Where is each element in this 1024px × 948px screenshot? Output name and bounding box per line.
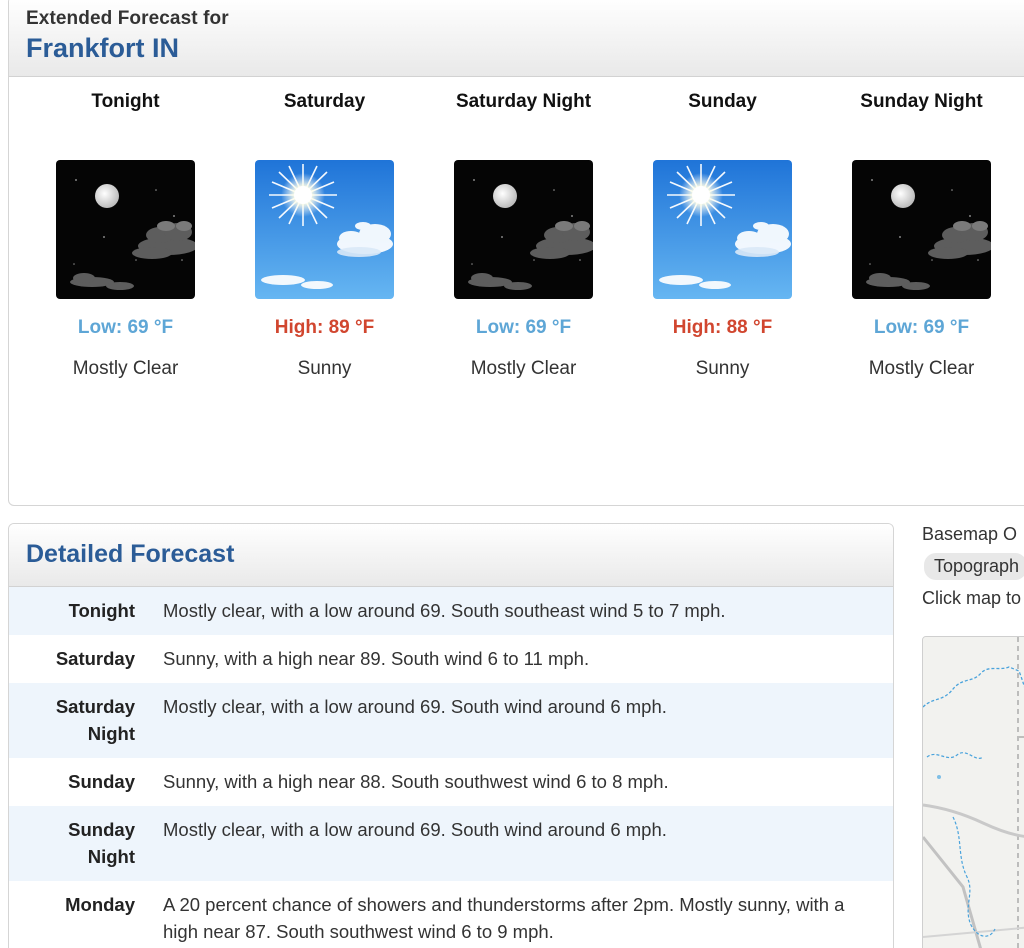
period-short-forecast: Sunny xyxy=(297,358,352,379)
row-text: Mostly clear, with a low around 69. Sout… xyxy=(163,696,667,717)
night-clear-icon[interactable] xyxy=(852,160,991,299)
period-short-forecast: Mostly Clear xyxy=(470,358,577,379)
map-graphic xyxy=(923,637,1024,948)
period-name: Tonight xyxy=(91,91,160,112)
detailed-forecast-panel: Detailed Forecast Tonight Mostly clear, … xyxy=(8,523,894,948)
period-temperature: High: 88 °F xyxy=(672,317,773,338)
row-label: Tonight xyxy=(68,600,135,621)
row-text: Sunny, with a high near 88. South southw… xyxy=(163,771,669,792)
sunny-icon[interactable] xyxy=(653,160,792,299)
table-row: Monday A 20 percent chance of showers an… xyxy=(9,881,893,948)
forecast-period-sunday-night[interactable]: Sunday Night Low: 69 °F Mostly Clear xyxy=(822,77,1021,380)
table-row: Saturday Sunny, with a high near 89. Sou… xyxy=(9,635,893,683)
table-row: Sunday Sunny, with a high near 88. South… xyxy=(9,758,893,806)
location-title: Frankfort IN xyxy=(26,33,180,63)
row-label: Sunday Night xyxy=(68,819,135,867)
row-text: Mostly clear, with a low around 69. Sout… xyxy=(163,600,726,621)
table-row: Sunday Night Mostly clear, with a low aro… xyxy=(9,806,893,881)
detailed-forecast-title: Detailed Forecast xyxy=(26,540,235,568)
period-temperature: Low: 69 °F xyxy=(475,317,572,338)
map-controls: Basemap O Topograph Click map to xyxy=(922,524,1024,609)
row-text: Mostly clear, with a low around 69. Sout… xyxy=(163,819,667,840)
forecast-period-tonight[interactable]: Tonight Low: 69 °F Mostly Clear xyxy=(26,77,225,380)
period-short-forecast: Mostly Clear xyxy=(868,358,975,379)
period-temperature: High: 89 °F xyxy=(274,317,375,338)
forecast-period-sunday[interactable]: Sunday High: 88 °F Sunny xyxy=(623,77,822,380)
period-name: Saturday Night xyxy=(455,91,592,112)
row-label: Saturday Night xyxy=(55,696,135,744)
period-short-forecast: Mostly Clear xyxy=(72,358,179,379)
row-text: Sunny, with a high near 89. South wind 6… xyxy=(163,648,590,669)
table-row: Tonight Mostly clear, with a low around … xyxy=(9,587,893,635)
forecast-period-saturday[interactable]: Saturday High: 89 °F Sunny xyxy=(225,77,424,380)
extended-forecast-panel: Extended Forecast for Frankfort IN Tonig… xyxy=(8,0,1024,506)
night-clear-icon[interactable] xyxy=(454,160,593,299)
night-clear-icon[interactable] xyxy=(56,160,195,299)
detailed-forecast-header: Detailed Forecast xyxy=(9,524,893,587)
sunny-icon[interactable] xyxy=(255,160,394,299)
row-label: Monday xyxy=(65,894,135,915)
row-text: A 20 percent chance of showers and thund… xyxy=(163,894,845,942)
table-row: Saturday Night Mostly clear, with a low a… xyxy=(9,683,893,758)
period-short-forecast: Sunny xyxy=(695,358,750,379)
period-name: Sunday Night xyxy=(860,91,983,112)
map-click-hint: Click map to xyxy=(922,588,1022,608)
row-label: Saturday xyxy=(55,648,135,669)
period-name: Saturday xyxy=(283,91,366,112)
location-map[interactable] xyxy=(922,636,1024,948)
extended-forecast-header: Extended Forecast for Frankfort IN xyxy=(9,0,1024,77)
period-name: Sunday xyxy=(688,91,757,112)
extended-forecast-subtitle: Extended Forecast for xyxy=(26,8,229,29)
basemap-select[interactable]: Topograph xyxy=(924,553,1024,580)
period-temperature: Low: 69 °F xyxy=(873,317,970,338)
forecast-period-saturday-night[interactable]: Saturday Night Low: 69 °F Mostly Clear xyxy=(424,77,623,380)
basemap-label: Basemap O xyxy=(922,524,1018,544)
period-temperature: Low: 69 °F xyxy=(77,317,174,338)
row-label: Sunday xyxy=(68,771,135,792)
